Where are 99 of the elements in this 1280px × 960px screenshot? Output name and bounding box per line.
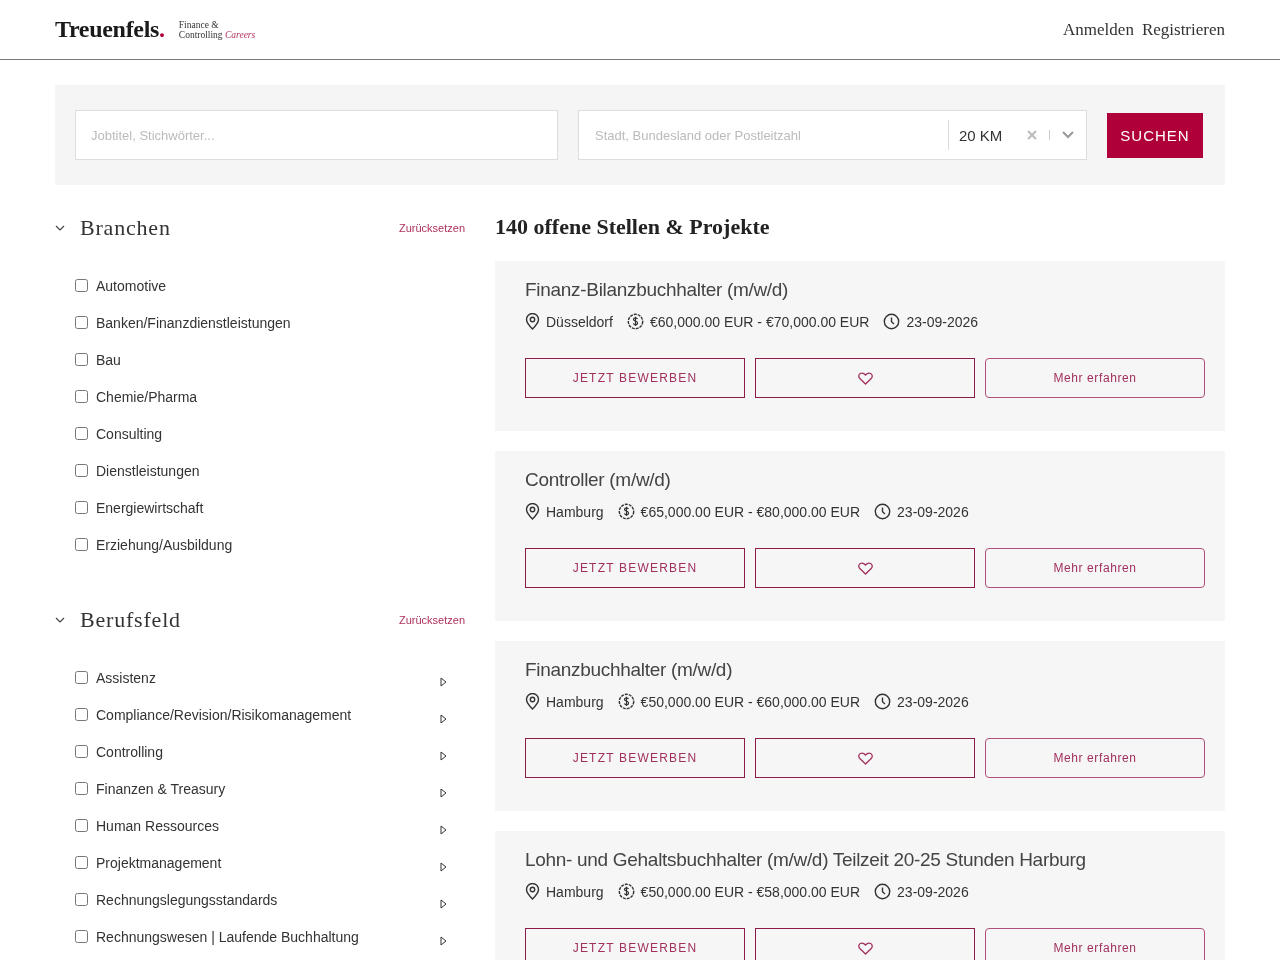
expand-triangle-icon[interactable]	[440, 824, 447, 835]
clock-icon	[874, 883, 892, 900]
job-location: Hamburg	[546, 883, 604, 900]
chevron-down-icon[interactable]	[55, 617, 65, 623]
location-field[interactable]: Stadt, Bundesland oder Postleitzahl 20 KM	[578, 110, 1087, 160]
checkbox[interactable]	[75, 279, 88, 292]
filter-option[interactable]: Compliance/Revision/Risikomanagement	[96, 706, 440, 723]
expand-triangle-icon[interactable]	[440, 787, 447, 798]
apply-button[interactable]: JETZT BEWERBEN	[525, 358, 745, 398]
heart-icon	[857, 751, 873, 765]
filter-heading: Berufsfeld	[80, 607, 182, 633]
logo-tagline: Finance & Controlling Careers	[178, 19, 256, 40]
job-title[interactable]: Lohn- und Gehaltsbuchhalter (m/w/d) Teilzeit 20-25 Stunden Harburg	[525, 849, 1205, 871]
clock-icon	[874, 693, 892, 710]
checkbox[interactable]	[75, 930, 88, 943]
money-badge-icon	[617, 503, 635, 520]
checkbox[interactable]	[75, 819, 88, 832]
expand-triangle-icon[interactable]	[440, 713, 447, 724]
reset-link[interactable]: Zurücksetzen	[398, 614, 465, 626]
heart-icon	[857, 941, 873, 955]
radius-select[interactable]: 20 KM	[949, 126, 1025, 144]
checkbox[interactable]	[75, 316, 88, 329]
search-button[interactable]: SUCHEN	[1107, 112, 1203, 158]
results-heading: 140 offene Stellen & Projekte	[495, 213, 771, 241]
filter-option[interactable]: Finanzen & Treasury	[96, 780, 440, 797]
filter-option[interactable]: Energiewirtschaft	[96, 499, 447, 516]
checkbox[interactable]	[75, 782, 88, 795]
filter-option[interactable]: Consulting	[96, 425, 447, 442]
checkbox[interactable]	[75, 745, 88, 758]
job-salary: €65,000.00 EUR - €80,000.00 EUR	[640, 503, 861, 520]
logo-wordmark[interactable]: Treuenfels.	[55, 16, 165, 43]
checkbox[interactable]	[75, 856, 88, 869]
favorite-button[interactable]	[755, 738, 975, 778]
clock-icon	[883, 313, 901, 330]
job-salary: €60,000.00 EUR - €70,000.00 EUR	[649, 313, 870, 330]
filter-option[interactable]: Erziehung/Ausbildung	[96, 536, 447, 553]
expand-triangle-icon[interactable]	[440, 898, 447, 909]
job-salary: €50,000.00 EUR - €58,000.00 EUR	[640, 883, 861, 900]
filter-option[interactable]: Bau	[96, 351, 447, 368]
checkbox[interactable]	[75, 893, 88, 906]
filter-option[interactable]: Controlling	[96, 743, 440, 760]
favorite-button[interactable]	[755, 548, 975, 588]
expand-triangle-icon[interactable]	[440, 861, 447, 872]
nav-link[interactable]: Registrieren	[1141, 19, 1225, 40]
job-date: 23-09-2026	[897, 883, 969, 900]
job-title[interactable]: Finanz-Bilanzbuchhalter (m/w/d)	[525, 279, 1205, 301]
checkbox[interactable]	[75, 538, 88, 551]
more-button[interactable]: Mehr erfahren	[985, 738, 1205, 778]
location-pin-icon	[525, 503, 540, 520]
filter-option[interactable]: Rechnungslegungsstandards	[96, 891, 440, 908]
job-salary: €50,000.00 EUR - €60,000.00 EUR	[640, 693, 861, 710]
filter-option[interactable]: Rechnungswesen | Laufende Buchhaltung	[96, 928, 440, 945]
apply-button[interactable]: JETZT BEWERBEN	[525, 738, 745, 778]
location-pin-icon	[525, 883, 540, 900]
expand-triangle-icon[interactable]	[440, 935, 447, 946]
apply-button[interactable]: JETZT BEWERBEN	[525, 548, 745, 588]
job-location: Hamburg	[546, 693, 604, 710]
heart-icon	[857, 371, 873, 385]
heart-icon	[857, 561, 873, 575]
checkbox[interactable]	[75, 708, 88, 721]
job-title[interactable]: Controller (m/w/d)	[525, 469, 1205, 491]
nav-link[interactable]: Anmelden	[1063, 19, 1134, 40]
chevron-down-icon[interactable]	[55, 225, 65, 231]
clock-icon	[874, 503, 892, 520]
money-badge-icon	[617, 693, 635, 710]
expand-triangle-icon[interactable]	[440, 676, 447, 687]
job-location: Hamburg	[546, 503, 604, 520]
more-button[interactable]: Mehr erfahren	[985, 928, 1205, 960]
checkbox[interactable]	[75, 427, 88, 440]
job-location: Düsseldorf	[546, 313, 613, 330]
money-badge-icon	[626, 313, 644, 330]
job-title[interactable]: Finanzbuchhalter (m/w/d)	[525, 659, 1205, 681]
money-badge-icon	[617, 883, 635, 900]
location-pin-icon	[525, 313, 540, 330]
job-date: 23-09-2026	[906, 313, 979, 330]
filter-option[interactable]: Banken/Finanzdienstleistungen	[96, 314, 447, 331]
reset-link[interactable]: Zurücksetzen	[398, 222, 465, 234]
filter-option[interactable]: Assistenz	[96, 669, 440, 686]
location-pin-icon	[525, 693, 540, 710]
job-date: 23-09-2026	[897, 693, 969, 710]
checkbox[interactable]	[75, 671, 88, 684]
favorite-button[interactable]	[755, 928, 975, 960]
filter-heading: Branchen	[80, 215, 172, 241]
filter-option[interactable]: Chemie/Pharma	[96, 388, 447, 405]
filter-option[interactable]: Dienstleistungen	[96, 462, 447, 479]
checkbox[interactable]	[75, 390, 88, 403]
filter-option[interactable]: Human Ressources	[96, 817, 440, 834]
apply-button[interactable]: JETZT BEWERBEN	[525, 928, 745, 960]
more-button[interactable]: Mehr erfahren	[985, 358, 1205, 398]
filter-option[interactable]: Automotive	[96, 277, 447, 294]
job-date: 23-09-2026	[897, 503, 969, 520]
checkbox[interactable]	[75, 464, 88, 477]
more-button[interactable]: Mehr erfahren	[985, 548, 1205, 588]
keyword-field[interactable]: Jobtitel, Stichwörter...	[75, 110, 558, 160]
favorite-button[interactable]	[755, 358, 975, 398]
checkbox[interactable]	[75, 353, 88, 366]
expand-triangle-icon[interactable]	[440, 750, 447, 761]
filter-option[interactable]: Projektmanagement	[96, 854, 440, 871]
checkbox[interactable]	[75, 501, 88, 514]
